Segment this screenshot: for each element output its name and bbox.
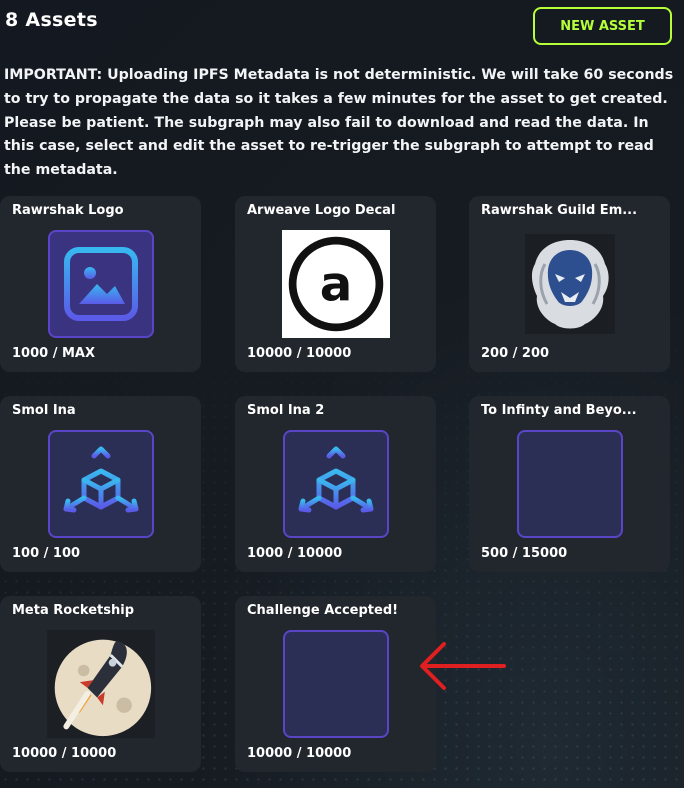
asset-thumbnail xyxy=(282,428,390,540)
asset-name: Rawrshak Logo xyxy=(12,203,124,218)
asset-supply: 1000 / 10000 xyxy=(247,546,343,561)
audio-wave-icon xyxy=(282,630,389,738)
asset-thumbnail xyxy=(46,628,155,740)
asset-card[interactable]: Arweave Logo Decal a 10000 / 10000 xyxy=(235,196,436,372)
asset-supply: 500 / 15000 xyxy=(481,546,568,561)
asset-name: Meta Rocketship xyxy=(12,603,134,618)
asset-card[interactable]: To Infinty and Beyo... 500 / 15000 xyxy=(469,396,670,572)
ipfs-notice: IMPORTANT: Uploading IPFS Metadata is no… xyxy=(4,67,674,179)
asset-thumbnail xyxy=(282,628,390,740)
asset-name: Smol Ina xyxy=(12,403,76,418)
annotation-arrow-icon xyxy=(420,642,506,690)
asset-supply: 200 / 200 xyxy=(481,346,550,361)
asset-name: Smol Ina 2 xyxy=(247,403,325,418)
asset-supply: 1000 / MAX xyxy=(12,346,96,361)
asset-thumbnail: a xyxy=(281,228,390,340)
asset-name: Rawrshak Guild Em... xyxy=(481,203,638,218)
new-asset-button[interactable]: NEW ASSET xyxy=(533,7,672,45)
lion-emblem-image xyxy=(524,234,615,334)
asset-supply: 10000 / 10000 xyxy=(12,746,117,761)
asset-supply: 10000 / 10000 xyxy=(247,346,352,361)
asset-thumbnail xyxy=(516,428,624,540)
asset-card[interactable]: Rawrshak Logo 1000 / MAX xyxy=(0,196,201,372)
asset-supply: 100 / 100 xyxy=(12,546,81,561)
rocket-image xyxy=(46,630,155,738)
page-title: 8 Assets xyxy=(5,9,98,31)
svg-text:a: a xyxy=(319,256,352,312)
asset-card[interactable]: Smol Ina 2 1000 / 10000 xyxy=(235,396,436,572)
asset-card[interactable]: Smol Ina 100 / 100 xyxy=(0,396,201,572)
asset-supply: 10000 / 10000 xyxy=(247,746,352,761)
3d-model-icon xyxy=(47,430,154,538)
asset-thumbnail xyxy=(47,428,155,540)
3d-model-icon xyxy=(282,430,389,538)
asset-card[interactable]: Meta Rocketship 10000 / 10000 xyxy=(0,596,201,772)
asset-name: To Infinty and Beyo... xyxy=(481,403,637,418)
arweave-logo-image: a xyxy=(281,230,390,338)
asset-card[interactable]: Rawrshak Guild Em... 200 / 200 xyxy=(469,196,670,372)
asset-name: Arweave Logo Decal xyxy=(247,203,396,218)
asset-name: Challenge Accepted! xyxy=(247,603,399,618)
asset-thumbnail xyxy=(47,228,155,340)
asset-thumbnail xyxy=(516,228,624,340)
audio-wave-icon xyxy=(516,430,623,538)
asset-card[interactable]: Challenge Accepted! 10000 / 10000 xyxy=(235,596,436,772)
image-icon xyxy=(47,230,154,338)
